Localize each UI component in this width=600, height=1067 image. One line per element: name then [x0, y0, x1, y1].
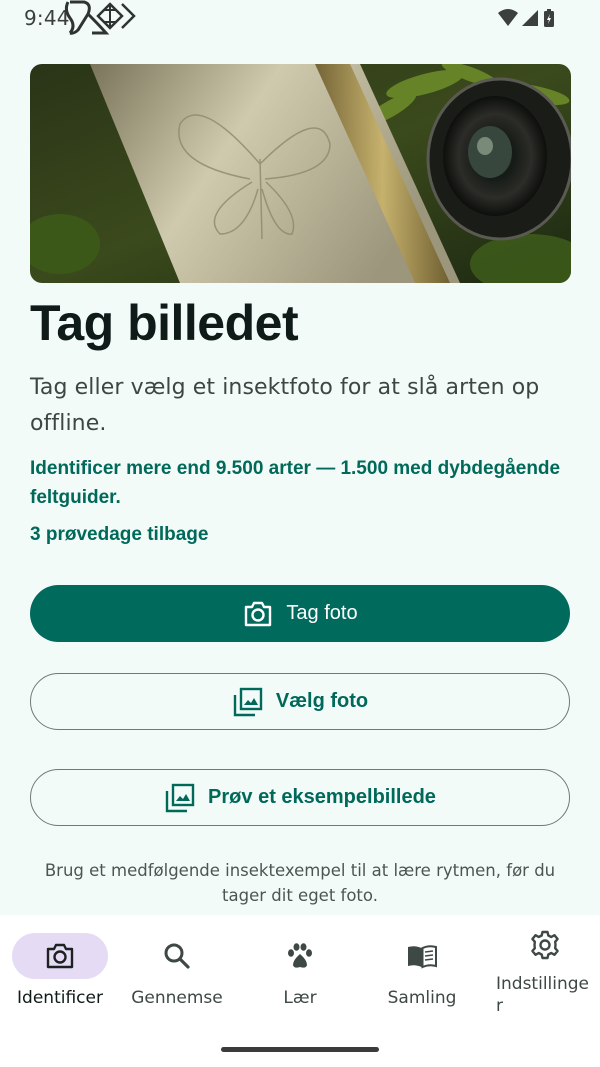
- page-title: Tag billedet: [30, 295, 299, 351]
- nav-label-learn: Lær: [283, 988, 317, 1008]
- status-bar: 9:44: [0, 0, 600, 36]
- hero-image: [30, 64, 571, 283]
- signal-icon: [522, 10, 538, 26]
- nav-item-collection[interactable]: Samling: [362, 915, 482, 1025]
- choose-photo-button[interactable]: Vælg foto: [30, 673, 570, 730]
- battery-icon: [544, 9, 554, 27]
- nav-label-browse: Gennemse: [131, 988, 223, 1008]
- app-logo-icon: [64, 0, 136, 35]
- nav-item-browse[interactable]: Gennemse: [117, 915, 237, 1025]
- sample-image-button[interactable]: Prøv et eksempelbillede: [30, 769, 570, 826]
- camera-icon: [46, 943, 74, 969]
- choose-photo-label: Vælg foto: [275, 690, 369, 712]
- camera-icon: [245, 601, 272, 626]
- photo-library-icon: [165, 783, 195, 812]
- search-icon: [164, 943, 190, 969]
- book-icon: [408, 945, 437, 969]
- nav-item-learn[interactable]: Lær: [240, 915, 360, 1025]
- wifi-icon: [498, 9, 518, 26]
- nav-label-collection: Samling: [387, 988, 457, 1008]
- gear-icon: [531, 930, 559, 960]
- nav-label-settings: Indstillinger: [496, 974, 590, 1016]
- nav-item-settings[interactable]: Indstillinger: [485, 915, 600, 1025]
- take-photo-label: Tag foto: [286, 602, 358, 624]
- nav-label-identify: Identificer: [17, 988, 103, 1008]
- take-photo-button[interactable]: Tag foto: [30, 585, 570, 642]
- page-subtitle: Tag eller vælg et insektfoto for at slå …: [30, 375, 540, 436]
- bottom-navigation: Identificer Gennemse Lær Samling Indstil…: [0, 915, 600, 1067]
- nav-item-identify[interactable]: Identificer: [0, 915, 120, 1025]
- status-icons: [498, 9, 554, 27]
- sample-image-label: Prøv et eksempelbillede: [208, 786, 436, 808]
- home-indicator[interactable]: [221, 1047, 379, 1052]
- photo-library-icon: [233, 687, 263, 716]
- paw-icon: [288, 943, 312, 968]
- sample-hint-text: Brug et medfølgende insektexempel til at…: [44, 861, 556, 905]
- trial-status: 3 prøvedage tilbage: [30, 524, 209, 545]
- feature-text: Identificer mere end 9.500 arter — 1.500…: [30, 458, 561, 508]
